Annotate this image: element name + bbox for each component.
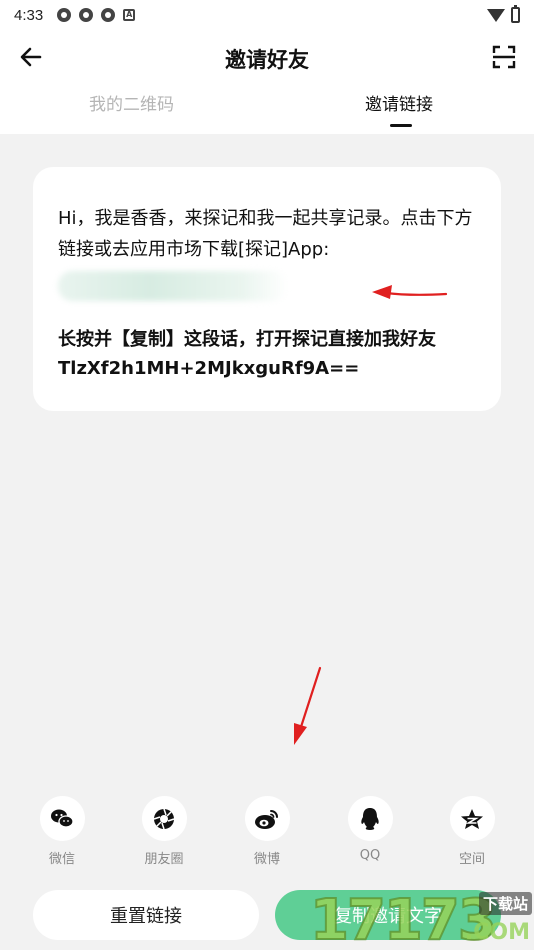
wifi-icon (487, 8, 505, 22)
share-wechat[interactable]: 微信 (27, 796, 97, 867)
share-wechat-label: 微信 (48, 852, 75, 867)
status-notification-icons: A (57, 8, 136, 22)
battery-icon (511, 5, 520, 23)
active-tab-indicator (390, 124, 412, 127)
wechat-icon (51, 809, 74, 828)
qzone-icon (461, 808, 483, 829)
share-wechat-circle (39, 796, 85, 841)
status-system-icons (487, 5, 520, 23)
reset-link-button[interactable]: 重置链接 (33, 890, 259, 940)
share-qzone[interactable]: 空间 (437, 796, 507, 867)
aperture-notification-icon (79, 8, 94, 22)
share-qzone-circle (449, 796, 495, 841)
invite-message: Hi，我是香香，来探记和我一起共享记录。点击下方链接或去应用市场下载[探记]Ap… (58, 208, 473, 260)
share-weibo[interactable]: 微博 (232, 796, 302, 867)
share-qq-label: QQ (359, 848, 381, 863)
header: 邀请好友 我的二维码 邀请链接 (0, 30, 534, 134)
tab-my-qrcode[interactable]: 我的二维码 (89, 90, 174, 115)
scan-button[interactable] (492, 45, 516, 69)
page-title: 邀请好友 (225, 48, 309, 72)
share-moments[interactable]: 朋友圈 (129, 796, 199, 867)
share-row: 微信 朋友圈 微博 QQ 空间 (0, 796, 534, 868)
share-weibo-circle (244, 796, 290, 841)
share-qzone-label: 空间 (458, 852, 485, 867)
moments-icon (153, 808, 175, 829)
share-qq-circle (347, 796, 393, 841)
scan-icon (492, 45, 516, 69)
invite-command: 长按并【复制】这段话，打开探记直接加我好友 TlzXf2h1MH+2MJkxgu… (58, 329, 436, 379)
qq-icon (361, 807, 379, 830)
blurred-invite-link (58, 271, 288, 301)
aperture-notification-icon (101, 8, 116, 22)
share-moments-circle (141, 796, 187, 841)
annotation-arrow-share (294, 666, 322, 745)
a-notification-icon: A (123, 9, 136, 21)
share-weibo-label: 微博 (253, 852, 280, 867)
share-moments-label: 朋友圈 (144, 852, 184, 867)
status-time: 4:33 (14, 6, 44, 24)
tab-bar: 我的二维码 邀请链接 (0, 88, 534, 134)
share-qq[interactable]: QQ (335, 796, 405, 863)
invite-card[interactable]: Hi，我是香香，来探记和我一起共享记录。点击下方链接或去应用市场下载[探记]Ap… (33, 167, 501, 411)
aperture-notification-icon (57, 8, 72, 22)
status-bar: 4:33 A (0, 0, 534, 30)
copy-invite-text-button[interactable]: 复制邀请文字 (275, 890, 501, 940)
weibo-icon (255, 809, 278, 829)
tab-invite-link[interactable]: 邀请链接 (365, 90, 433, 115)
